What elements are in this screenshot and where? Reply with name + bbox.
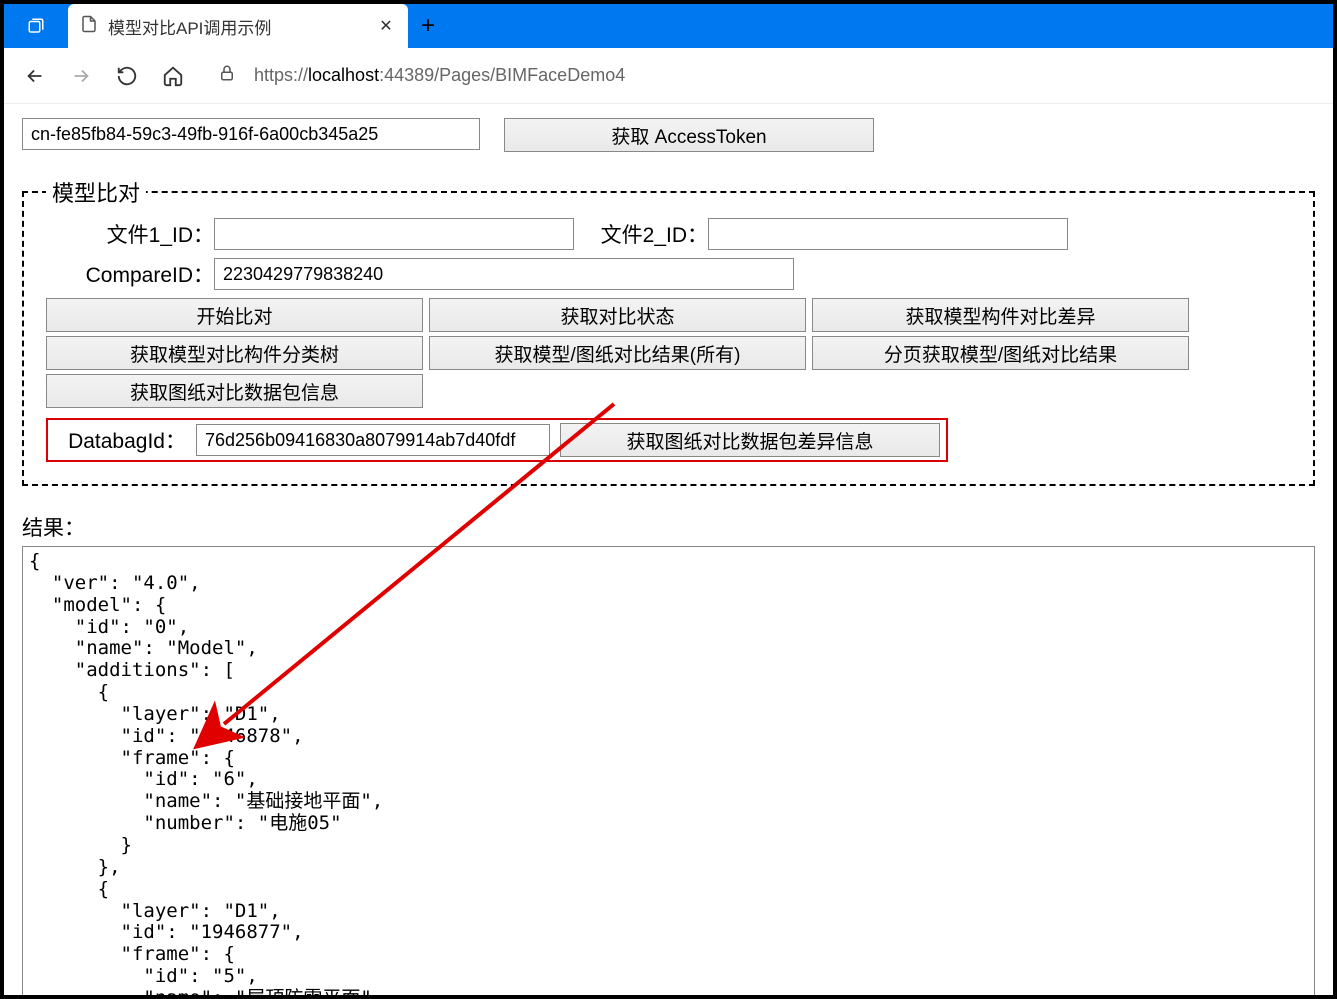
databagid-input[interactable]: [196, 424, 550, 456]
home-button[interactable]: [152, 56, 194, 96]
browser-titlebar: 模型对比API调用示例 ✕ +: [4, 4, 1333, 48]
browser-tab[interactable]: 模型对比API调用示例 ✕: [68, 4, 408, 48]
get-all-results-button[interactable]: 获取模型/图纸对比结果(所有): [429, 336, 806, 370]
tab-title: 模型对比API调用示例: [108, 14, 366, 39]
file-id-row: 文件1_ID： 文件2_ID：: [46, 218, 1291, 250]
address-bar[interactable]: https://localhost:44389/Pages/BIMFaceDem…: [218, 64, 625, 87]
forward-button[interactable]: [60, 56, 102, 96]
compareid-row: CompareID：: [46, 258, 1291, 290]
plus-icon: +: [421, 12, 435, 40]
page-content: 获取 AccessToken 模型比对 文件1_ID： 文件2_ID： Comp…: [4, 104, 1333, 995]
get-model-tree-button[interactable]: 获取模型对比构件分类树: [46, 336, 423, 370]
file1-input[interactable]: [214, 218, 574, 250]
get-drawing-databag-diff-button[interactable]: 获取图纸对比数据包差异信息: [560, 423, 940, 457]
compare-fieldset: 模型比对 文件1_ID： 文件2_ID： CompareID： 开始比对 获取对…: [22, 176, 1315, 486]
get-access-token-button[interactable]: 获取 AccessToken: [504, 118, 874, 152]
get-drawing-databag-info-button[interactable]: 获取图纸对比数据包信息: [46, 374, 423, 408]
page-icon: [80, 15, 98, 38]
new-tab-button[interactable]: +: [408, 4, 448, 48]
tabs-icon: [27, 17, 45, 35]
get-compare-status-button[interactable]: 获取对比状态: [429, 298, 806, 332]
get-paged-results-button[interactable]: 分页获取模型/图纸对比结果: [812, 336, 1189, 370]
lock-icon: [218, 64, 236, 87]
file1-label: 文件1_ID：: [46, 219, 214, 249]
databag-highlight-box: DatabagId： 获取图纸对比数据包差异信息: [46, 418, 948, 462]
arrow-left-icon: [24, 65, 46, 87]
tab-overview-button[interactable]: [4, 4, 68, 48]
refresh-icon: [116, 65, 138, 87]
compareid-input[interactable]: [214, 258, 794, 290]
get-model-component-diff-button[interactable]: 获取模型构件对比差异: [812, 298, 1189, 332]
app-window: 模型对比API调用示例 ✕ + https://localhost:44389/…: [0, 0, 1337, 999]
browser-toolbar: https://localhost:44389/Pages/BIMFaceDem…: [4, 48, 1333, 104]
compare-legend: 模型比对: [46, 176, 146, 208]
databagid-label: DatabagId：: [52, 425, 186, 455]
file2-label: 文件2_ID：: [598, 219, 708, 249]
refresh-button[interactable]: [106, 56, 148, 96]
url-text: https://localhost:44389/Pages/BIMFaceDem…: [254, 65, 625, 86]
start-compare-button[interactable]: 开始比对: [46, 298, 423, 332]
back-button[interactable]: [14, 56, 56, 96]
result-label: 结果：: [22, 512, 1315, 542]
secret-input[interactable]: [22, 118, 480, 150]
result-textarea[interactable]: { "ver": "4.0", "model": { "id": "0", "n…: [22, 546, 1315, 995]
compare-button-grid: 开始比对 获取对比状态 获取模型构件对比差异 获取模型对比构件分类树 获取模型/…: [46, 298, 1291, 408]
token-row: 获取 AccessToken: [22, 118, 1315, 152]
file2-input[interactable]: [708, 218, 1068, 250]
compareid-label: CompareID：: [46, 259, 214, 289]
close-icon[interactable]: ✕: [376, 16, 396, 36]
home-icon: [162, 65, 184, 87]
arrow-right-icon: [70, 65, 92, 87]
